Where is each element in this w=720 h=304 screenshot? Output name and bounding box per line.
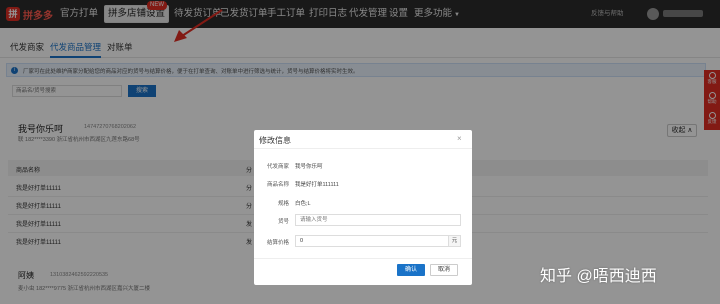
cancel-button[interactable]: 取消	[430, 264, 458, 276]
sku-label: 货号	[277, 219, 289, 225]
spec-value: 白色;L	[295, 201, 311, 207]
watermark: 知乎 @唔西迪西	[540, 268, 657, 285]
spec-label: 规格	[277, 201, 289, 207]
sku-input[interactable]	[295, 214, 461, 226]
merchant-value: 我号你乐呵	[295, 164, 323, 170]
dialog-divider	[254, 148, 472, 149]
dialog-title: 修改信息	[259, 136, 291, 145]
price-input[interactable]	[295, 235, 449, 247]
merchant-label: 代发商家	[266, 164, 289, 170]
confirm-button[interactable]: 确认	[397, 264, 425, 276]
product-name-label: 商品名称	[266, 182, 289, 188]
price-label: 结算价格	[266, 240, 289, 246]
dialog-footer-divider	[254, 258, 472, 259]
edit-info-dialog: 修改信息 × 代发商家 我号你乐呵 商品名称 我是好打单111111 规格 白色…	[254, 130, 472, 285]
product-name-value: 我是好打单111111	[295, 182, 339, 188]
close-icon[interactable]: ×	[457, 134, 462, 143]
price-unit: 元	[449, 235, 461, 247]
